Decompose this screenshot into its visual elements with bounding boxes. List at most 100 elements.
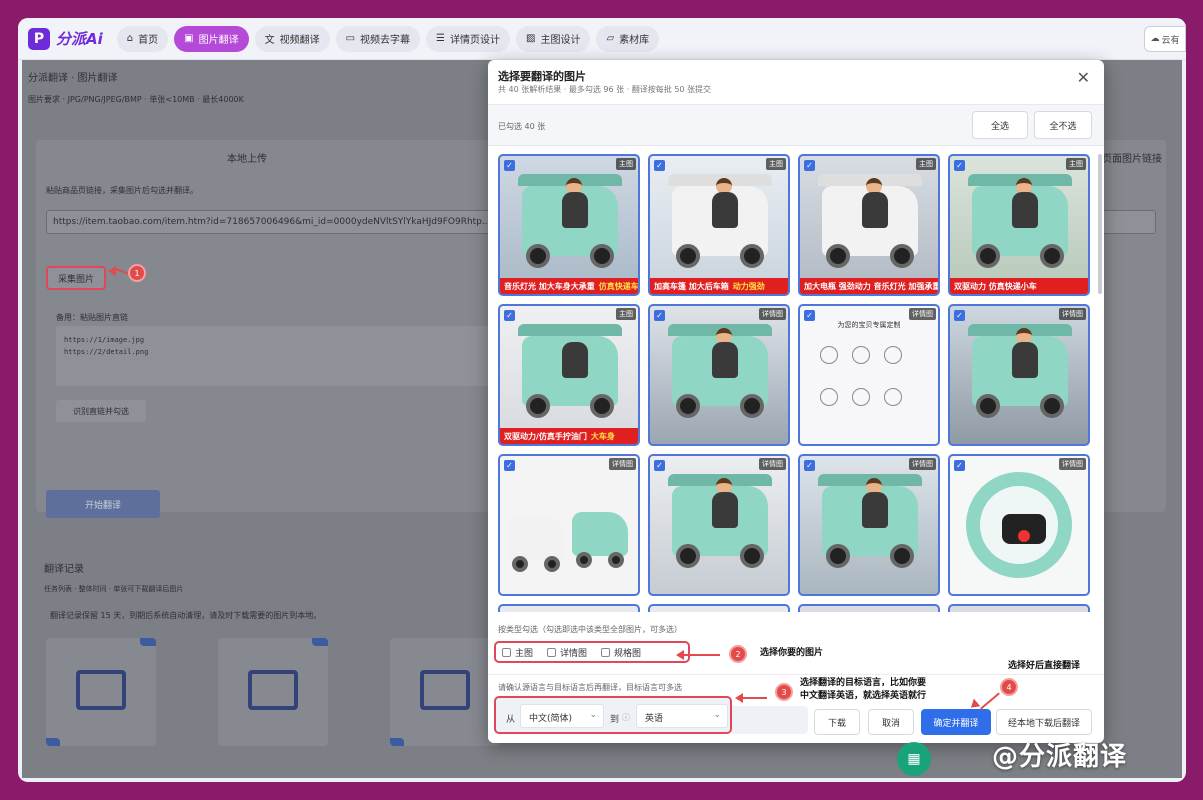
tab-image-link[interactable]: 页面图片链接 [1102,150,1162,165]
select-all-button[interactable]: 全选 [972,111,1028,139]
image-type-badge: 主图 [766,158,786,170]
checkbox-checked[interactable]: ✓ [654,310,665,321]
history-item[interactable] [46,638,156,746]
image-tile[interactable] [648,604,790,612]
checkbox-checked[interactable]: ✓ [804,310,815,321]
arrow-icon [735,693,743,703]
step-badge-3: 3 [775,683,793,701]
image-tile[interactable]: ✓ 详情图 [648,304,790,446]
checkbox[interactable] [601,647,611,657]
status-badge [140,638,156,646]
checkbox-checked[interactable]: ✓ [504,460,515,471]
direct-link-textarea[interactable]: https://1/image.jpg https://2/detail.png [56,326,496,386]
image-tile[interactable]: ✓ 主图 加高车篷 加大后车箱 动力强劲 [648,154,790,296]
logo-text: 分派Ai [56,30,103,48]
image-type-badge: 详情图 [909,458,936,470]
language-selector-extension [732,706,808,734]
local-download-translate-button[interactable]: 经本地下载后翻译 [996,709,1092,735]
image-icon: ▣ [184,33,194,44]
dialog-subtitle: 共 40 张解析结果 · 最多勾选 96 张 · 翻译按每批 50 张提交 [498,85,712,94]
cloud-icon: ☁ [1150,34,1160,44]
image-tile[interactable]: ✓ 主图 加大电瓶 强劲动力 音乐灯光 加强承重 [798,154,940,296]
image-tile[interactable]: ✓ 详情图 [948,304,1090,446]
cancel-button[interactable]: 取消 [868,709,914,735]
nav-tab-assets[interactable]: ▱ 素材库 [596,25,660,52]
nav-tab-detail-design[interactable]: ☰ 详情页设计 [426,25,510,52]
filter-detail-image[interactable]: 详情图 [547,646,587,659]
image-tile[interactable]: ✓ 主图 双驱动力/仿真手拧油门 大车身 [498,304,640,446]
product-image [518,324,622,418]
image-requirements: 图片要求 · JPG/PNG/JPEG/BMP · 单张<10MB · 最长40… [28,95,244,104]
image-tile[interactable] [948,604,1090,612]
scrollbar[interactable] [1098,154,1102,294]
image-tile[interactable] [498,604,640,612]
select-images-dialog: 选择要翻译的图片 共 40 张解析结果 · 最多勾选 96 张 · 翻译按每批 … [488,60,1104,743]
image-tile[interactable]: ✓ 详情图 [648,454,790,596]
image-type-badge: 详情图 [1059,308,1086,320]
nav-tab-main-image[interactable]: ▨ 主图设计 [516,25,591,52]
confirm-translate-button[interactable]: 确定并翻译 [921,709,991,735]
image-tile[interactable]: ✓ 主图 音乐灯光 加大车身大承重 仿真快递车 [498,154,640,296]
product-image [668,474,772,568]
link-hint: 粘贴商品页链接，采集图片后勾选并翻译。 [46,186,198,195]
checkbox[interactable] [502,647,511,657]
image-caption: 加高车篷 加大后车箱 动力强劲 [650,278,788,294]
checkbox-checked[interactable]: ✓ [804,160,815,171]
step-badge-2: 2 [729,645,747,663]
checkbox-checked[interactable]: ✓ [954,160,965,171]
image-caption: 双驱动力 仿真快递小车 [950,278,1088,294]
target-language-select[interactable]: 英语 ⌄ [636,704,728,728]
logo[interactable]: P 分派Ai [28,27,103,50]
image-tile[interactable]: ✓ 详情图 [798,454,940,596]
source-language-select[interactable]: 中文(简体) ⌄ [520,704,604,728]
select-none-button[interactable]: 全不选 [1034,111,1092,139]
image-tile[interactable]: ✓ 详情图 [498,454,640,596]
product-image [818,474,922,568]
checkbox[interactable] [547,647,557,657]
checkbox-checked[interactable]: ✓ [654,160,665,171]
filter-main-image[interactable]: 主图 [502,646,533,659]
close-icon[interactable]: ✕ [1077,68,1090,87]
product-image [818,174,922,268]
history-item[interactable] [390,638,500,746]
checkbox-checked[interactable]: ✓ [654,460,665,471]
apps-grid-icon[interactable]: ▦ [897,742,931,776]
image-tile[interactable]: ✓ 主图 双驱动力 仿真快递小车 [948,154,1090,296]
image-tile[interactable] [798,604,940,612]
filter-title: 按类型勾选（勾选即选中该类型全部图片，可多选） [498,625,682,634]
checkbox-checked[interactable]: ✓ [954,460,965,471]
selection-toolbar: 已勾选 40 张 全选 全不选 [488,104,1104,146]
image-caption: 加大电瓶 强劲动力 音乐灯光 加强承重 [800,278,938,294]
chevron-down-icon: ⌄ [589,710,597,720]
annotation-text-3: 选择翻译的目标语言，比如你要 中文翻译英语，就选择英语就行 [800,678,927,701]
checkbox-checked[interactable]: ✓ [504,160,515,171]
cloud-button[interactable]: ☁ 云有 [1144,26,1186,52]
annotation-text-2: 选择你要的图片 [760,648,824,658]
download-button[interactable]: 下载 [814,709,860,735]
tab-local-upload[interactable]: 本地上传 [227,150,267,165]
image-tile[interactable]: 为您的宝贝专属定制 ✓ 详情图 [798,304,940,446]
detail-icon: ☰ [436,33,445,44]
selected-count: 已勾选 40 张 [498,122,546,131]
checkbox-checked[interactable]: ✓ [954,310,965,321]
recognize-button[interactable]: 识别直链并勾选 [56,400,146,422]
filter-spec-image[interactable]: 规格图 [601,646,641,659]
status-badge [312,638,328,646]
nav-tab-image-translate[interactable]: ▣ 图片翻译 [174,25,249,52]
nav-tab-home[interactable]: ⌂ 首页 [116,25,169,52]
status-badge [390,738,404,746]
folder-icon: ▱ [606,33,615,44]
nav-tab-video-translate[interactable]: 文视频翻译 [254,25,330,52]
nav-tab-video-subtitle[interactable]: ▭ 视频去字幕 [335,25,421,52]
history-item[interactable] [218,638,328,746]
help-icon[interactable]: ⓘ [622,712,630,723]
arrow-line [684,654,720,656]
checkbox-checked[interactable]: ✓ [504,310,515,321]
start-translate-button[interactable]: 开始翻译 [46,490,160,518]
collect-images-button[interactable]: 采集图片 [46,266,106,290]
arrow-icon [676,650,684,660]
step-badge-4: 4 [1000,678,1018,696]
image-tile[interactable]: ✓ 详情图 [948,454,1090,596]
annotation-text-4: 选择好后直接翻译 [1008,661,1081,671]
checkbox-checked[interactable]: ✓ [804,460,815,471]
